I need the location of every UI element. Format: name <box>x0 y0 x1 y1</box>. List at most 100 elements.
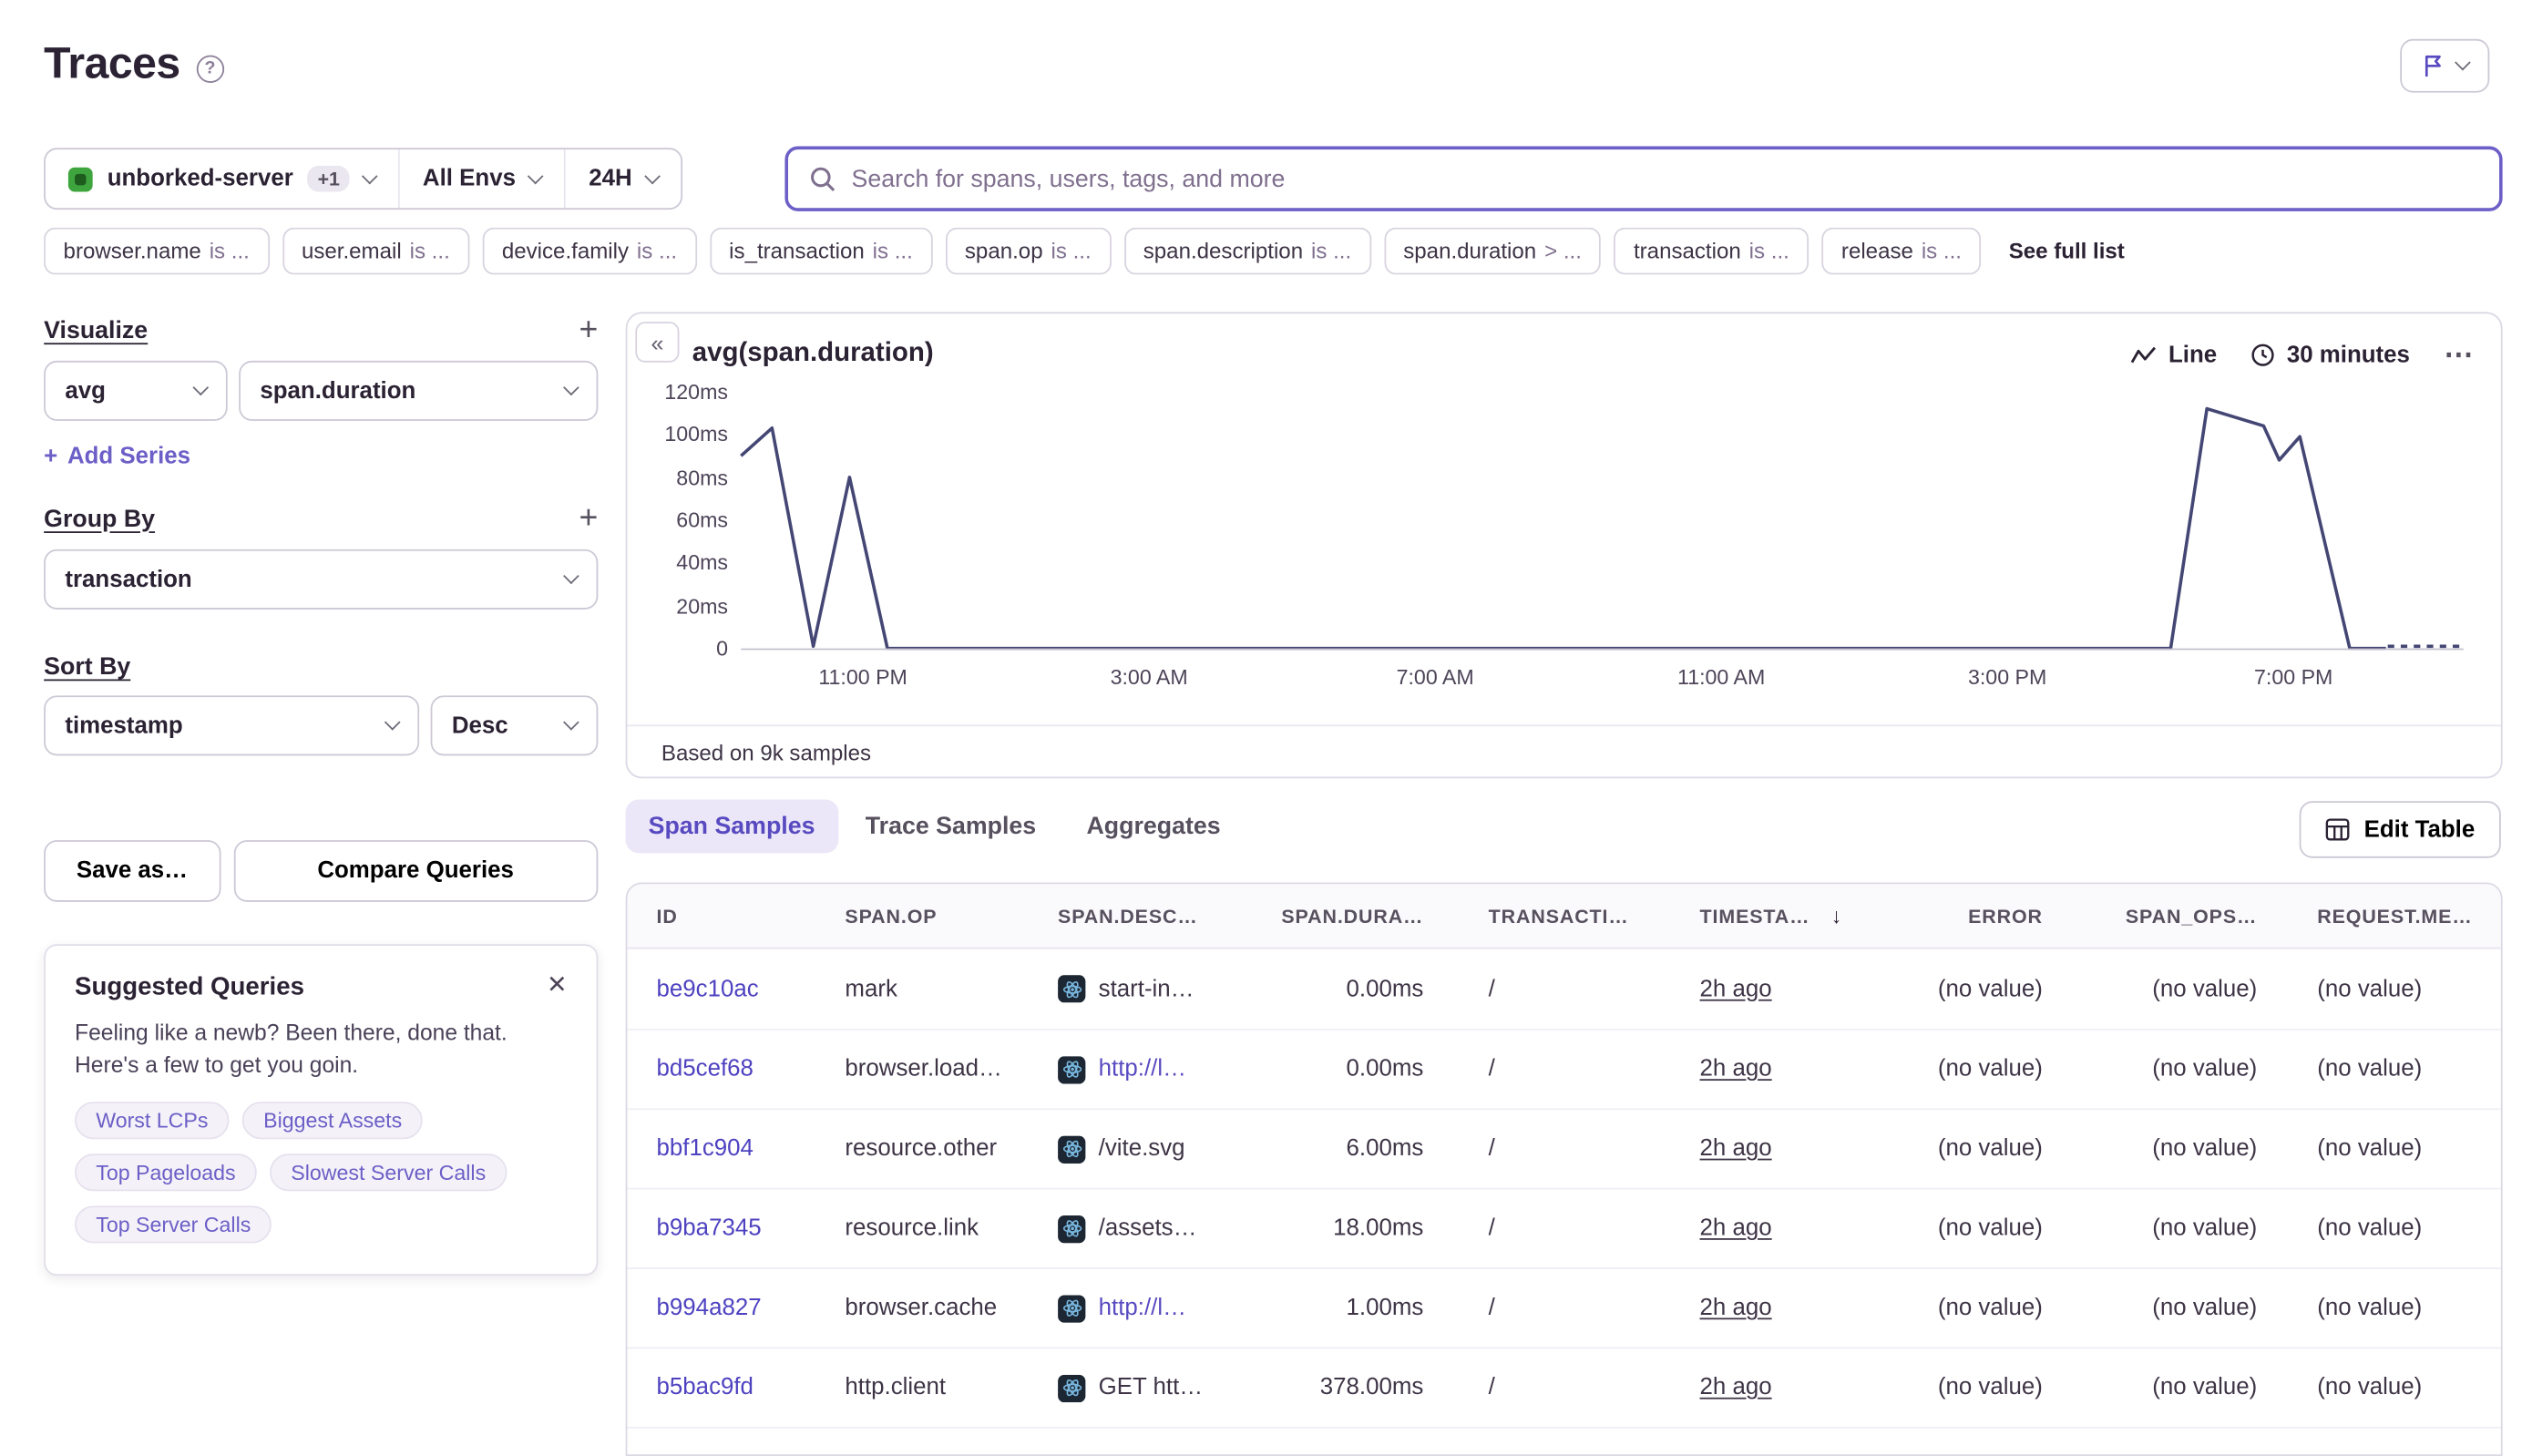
suggested-query-chip[interactable]: Top Pageloads <box>75 1154 257 1191</box>
chart-type-selector[interactable]: Line <box>2131 342 2217 368</box>
span-description[interactable]: /assets… <box>1099 1215 1197 1242</box>
search-bar[interactable] <box>784 147 2502 211</box>
span-id-link[interactable]: b5bac9fd <box>657 1375 754 1401</box>
filter-suggestion-chip[interactable]: transaction is ... <box>1615 228 1809 275</box>
timestamp-link[interactable]: 2h ago <box>1700 1056 1772 1082</box>
table-row[interactable]: bd5cef68 browser.load… http://l… 0.00ms … <box>627 1029 2500 1108</box>
span-id-link[interactable]: b9ba7345 <box>657 1215 762 1242</box>
column-header[interactable]: TIMESTA…↓ <box>1684 904 1895 928</box>
filter-chip-row: browser.name is ... user.email is ... de… <box>44 228 2507 275</box>
span-op-cell: resource.link <box>845 1215 1058 1242</box>
page-title: Traces <box>44 39 179 89</box>
x-axis-line <box>741 649 2464 651</box>
column-header[interactable]: ERROR <box>1895 905 2049 928</box>
span-id-link[interactable]: b994a827 <box>657 1295 762 1321</box>
add-series-link[interactable]: + Add Series <box>44 444 598 470</box>
sort-direction-select[interactable]: Desc <box>431 695 599 755</box>
suggested-queries-body: Feeling like a newb? Been there, done th… <box>75 1017 567 1082</box>
span-description[interactable]: http://l… <box>1099 1056 1186 1082</box>
edit-table-button[interactable]: Edit Table <box>2299 801 2501 857</box>
column-header[interactable]: ID <box>657 905 846 928</box>
field-select[interactable]: span.duration <box>239 361 598 421</box>
project-selector[interactable]: unborked-server +1 <box>46 149 398 208</box>
timestamp-link[interactable]: 2h ago <box>1700 1375 1772 1401</box>
visualize-section-header: Visualize + <box>44 313 598 346</box>
interval-selector[interactable]: 30 minutes <box>2251 342 2410 368</box>
filter-suggestion-chip[interactable]: span.op is ... <box>945 228 1111 275</box>
chart-menu-button[interactable]: ⋯ <box>2444 338 2475 372</box>
time-range-selector[interactable]: 24H <box>564 149 681 208</box>
timestamp-link[interactable]: 2h ago <box>1700 1215 1772 1242</box>
filter-condition: > ... <box>1544 239 1582 263</box>
sort-desc-icon[interactable]: ↓ <box>1831 904 1842 928</box>
column-header[interactable]: REQUEST.ME… <box>2261 905 2503 928</box>
collapse-sidebar-button[interactable]: « <box>635 322 679 363</box>
save-as-button[interactable]: Save as… <box>44 840 220 902</box>
aggregate-select[interactable]: avg <box>44 361 228 421</box>
filter-suggestion-chip[interactable]: browser.name is ... <box>44 228 269 275</box>
table-row[interactable]: b994a827 browser.cache http://l… 1.00ms … <box>627 1267 2500 1347</box>
y-axis-label: 120ms <box>634 379 728 404</box>
add-group-by-button[interactable]: + <box>579 502 598 535</box>
column-header[interactable]: TRANSACTI… <box>1472 905 1684 928</box>
table-row[interactable]: bbf1c904 resource.other /vite.svg 6.00ms… <box>627 1108 2500 1187</box>
sort-field-select[interactable]: timestamp <box>44 695 419 755</box>
suggested-query-chip[interactable]: Worst LCPs <box>75 1102 230 1139</box>
group-by-select[interactable]: transaction <box>44 549 598 610</box>
search-input[interactable] <box>852 165 2478 192</box>
table-row[interactable]: be9c10ac mark start-in… 0.00ms / 2h ago … <box>627 949 2500 1029</box>
filter-suggestion-chip[interactable]: is_transaction is ... <box>710 228 932 275</box>
feedback-menu-button[interactable] <box>2400 39 2489 93</box>
span-description[interactable]: /vite.svg <box>1099 1136 1185 1163</box>
column-header[interactable]: SPAN.DESC… <box>1058 905 1276 928</box>
chevron-down-icon <box>644 168 661 184</box>
transaction-cell: / <box>1472 1136 1684 1163</box>
filter-suggestion-chip[interactable]: release is ... <box>1822 228 1982 275</box>
platform-atom-icon <box>1058 975 1085 1002</box>
tab-span-samples[interactable]: Span Samples <box>626 799 838 853</box>
filter-condition: is ... <box>410 239 450 263</box>
span-op-cell: http.client <box>845 1375 1058 1401</box>
timestamp-link[interactable]: 2h ago <box>1700 1295 1772 1321</box>
span-id-link[interactable]: bbf1c904 <box>657 1136 754 1163</box>
error-cell: (no value) <box>1895 1375 2049 1401</box>
table-row[interactable]: b5bac9fd http.client GET htt… 378.00ms /… <box>627 1348 2500 1427</box>
filter-key: span.op <box>965 239 1043 263</box>
visualize-label: Visualize <box>44 316 148 343</box>
tab-trace-samples[interactable]: Trace Samples <box>843 799 1059 853</box>
close-icon[interactable]: ✕ <box>547 970 567 1000</box>
filter-suggestion-chip[interactable]: span.description is ... <box>1123 228 1370 275</box>
suggested-query-chip[interactable]: Slowest Server Calls <box>270 1154 507 1191</box>
tab-aggregates[interactable]: Aggregates <box>1064 799 1244 853</box>
sort-direction-value: Desc <box>452 713 508 739</box>
span-id-link[interactable]: be9c10ac <box>657 976 759 1002</box>
table-row[interactable]: b9ba7345 resource.link /assets… 18.00ms … <box>627 1188 2500 1267</box>
span-description[interactable]: start-in… <box>1099 976 1194 1002</box>
suggested-query-chip[interactable]: Top Server Calls <box>75 1205 272 1243</box>
add-series-label: Add Series <box>67 444 190 470</box>
timestamp-link[interactable]: 2h ago <box>1700 976 1772 1002</box>
see-full-list-button[interactable]: See full list <box>1994 239 2139 263</box>
chart-title: avg(span.duration) <box>692 338 934 369</box>
add-visualize-button[interactable]: + <box>579 313 598 346</box>
span-description[interactable]: http://l… <box>1099 1295 1186 1321</box>
filter-suggestion-chip[interactable]: device.family is ... <box>482 228 696 275</box>
suggested-query-chip[interactable]: Biggest Assets <box>242 1102 423 1139</box>
span-description[interactable]: GET htt… <box>1099 1375 1204 1401</box>
filter-suggestion-chip[interactable]: user.email is ... <box>282 228 470 275</box>
environment-selector[interactable]: All Envs <box>398 149 564 208</box>
query-sidebar: Visualize + avg span.duration + Add Seri… <box>44 313 598 1276</box>
table-row[interactable]: b41bfb26 resource.iframe https://… 276.0… <box>627 1427 2500 1456</box>
error-cell: (no value) <box>1895 1215 2049 1242</box>
span-desc-cell: /vite.svg <box>1058 1135 1276 1163</box>
compare-queries-button[interactable]: Compare Queries <box>233 840 598 902</box>
x-axis-label: 3:00 AM <box>1111 664 1188 689</box>
column-header[interactable]: SPAN_OPS… <box>2049 905 2261 928</box>
help-icon[interactable]: ? <box>196 55 223 82</box>
timestamp-link[interactable]: 2h ago <box>1700 1136 1772 1163</box>
filter-condition: is ... <box>1051 239 1092 263</box>
column-header[interactable]: SPAN.OP <box>845 905 1058 928</box>
span-id-link[interactable]: bd5cef68 <box>657 1056 754 1082</box>
column-header[interactable]: SPAN.DURA… <box>1276 905 1472 928</box>
filter-suggestion-chip[interactable]: span.duration > ... <box>1384 228 1601 275</box>
